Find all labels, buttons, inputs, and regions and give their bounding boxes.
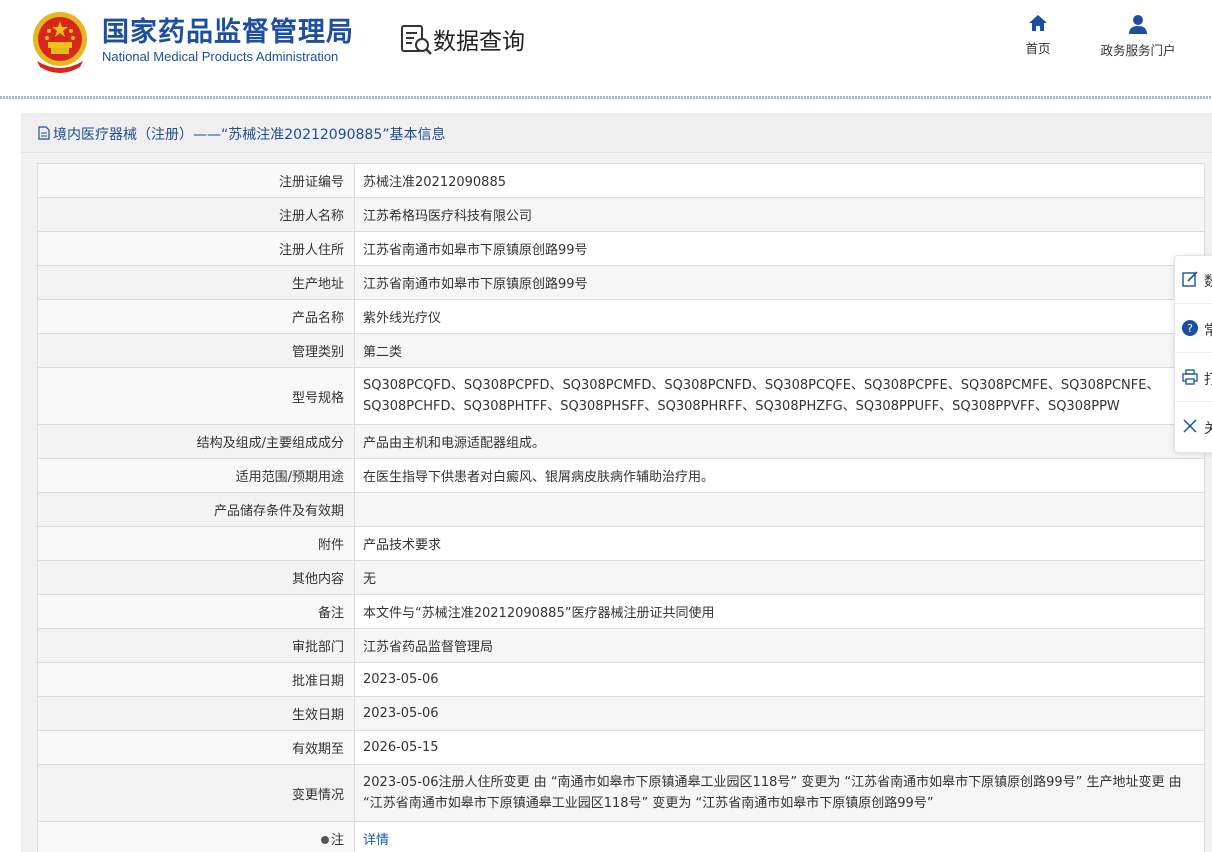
panel-header: 境内医疗器械（注册）——“苏械注准20212090885”基本信息 (21, 113, 1212, 153)
edit-icon (1182, 271, 1198, 287)
pin-icon (320, 836, 329, 844)
nav-portal-button[interactable]: 政务服务门户 (1090, 14, 1186, 66)
field-value: 产品技术要求 (354, 526, 1205, 561)
field-label-text: 注 (330, 833, 344, 848)
nav-home-button[interactable]: 首页 (1016, 14, 1060, 66)
sidebar-item-data[interactable]: 数 (1175, 256, 1212, 304)
field-label: 变更情况 (37, 764, 355, 822)
table-row: 备注 本文件与“苏械注准20212090885”医疗器械注册证共同使用 (37, 594, 1205, 629)
field-value: 2023-05-06 (354, 696, 1205, 731)
field-value: SQ308PCQFD、SQ308PCPFD、SQ308PCMFD、SQ308PC… (354, 367, 1205, 425)
table-row: 管理类别 第二类 (37, 333, 1205, 368)
table-row: 生效日期 2023-05-06 (37, 696, 1205, 731)
field-value (354, 492, 1205, 527)
close-icon (1183, 419, 1197, 433)
table-row: 变更情况 2023-05-06注册人住所变更 由 “南通市如皋市下原镇通皋工业园区… (37, 764, 1205, 822)
table-row: 生产地址 江苏省南通市如皋市下原镇原创路99号 (37, 265, 1205, 300)
field-label: 生效日期 (37, 696, 355, 731)
page-heading: 数据查询 (433, 29, 525, 55)
agency-name-en: National Medical Products Administration (102, 49, 339, 64)
field-value: 在医生指导下供患者对白癜风、银屑病皮肤病作辅助治疗用。 (354, 458, 1205, 493)
table-row: 其他内容无 (37, 560, 1205, 595)
field-label: 型号规格 (37, 367, 355, 425)
sidebar-item-data-label: 数 (1204, 274, 1212, 290)
field-label: 注册证编号 (37, 163, 355, 198)
table-row: 有效期至 2026-05-15 (37, 730, 1205, 765)
field-value: 紫外线光疗仪 (354, 299, 1205, 334)
panel-title: 境内医疗器械（注册）——“苏械注准20212090885”基本信息 (53, 127, 446, 143)
field-label: 注册人名称 (37, 197, 355, 232)
table-row: 产品名称 紫外线光疗仪 (37, 299, 1205, 334)
table-row: 产品储存条件及有效期 (37, 492, 1205, 527)
field-label: 有效期至 (37, 730, 355, 765)
field-value: 产品由主机和电源适配器组成。 (354, 424, 1205, 459)
field-value: 2026-05-15 (354, 730, 1205, 765)
table-row: 注册人名称 江苏希格玛医疗科技有限公司 (37, 197, 1205, 232)
field-value: 苏械注准20212090885 (354, 163, 1205, 198)
document-icon (38, 126, 50, 140)
floating-toolbar: 数 ? 常 打 关 (1174, 255, 1212, 453)
nav-home-label: 首页 (1025, 41, 1051, 56)
registration-info-table: 注册证编号 苏械注准20212090885 注册人名称 江苏希格玛医疗科技有限公司 注册… (37, 163, 1205, 852)
details-link[interactable]: 详情 (363, 833, 389, 848)
table-row: 批准日期 2023-05-06 (37, 662, 1205, 697)
sidebar-item-close-label: 关 (1204, 421, 1212, 437)
sidebar-item-close[interactable]: 关 (1175, 403, 1212, 451)
field-label: 产品名称 (37, 299, 355, 334)
field-value: 2023-05-06注册人住所变更 由 “南通市如皋市下原镇通皋工业园区118号… (354, 764, 1205, 822)
field-label: 产品储存条件及有效期 (37, 492, 355, 527)
table-row: 审批部门 江苏省药品监督管理局 (37, 628, 1205, 663)
field-label: 结构及组成/主要组成成分 (37, 424, 355, 459)
table-row: 适用范围/预期用途 在医生指导下供患者对白癜风、银屑病皮肤病作辅助治疗用。 (37, 458, 1205, 493)
field-label: 管理类别 (37, 333, 355, 368)
field-value: 无 (354, 560, 1205, 595)
help-icon: ? (1182, 320, 1198, 336)
field-value: 本文件与“苏械注准20212090885”医疗器械注册证共同使用 (354, 594, 1205, 629)
detail-panel: 境内医疗器械（注册）——“苏械注准20212090885”基本信息 注册证编号苏… (21, 113, 1212, 852)
svg-text:?: ? (1187, 322, 1193, 335)
field-value: 江苏希格玛医疗科技有限公司 (354, 197, 1205, 232)
field-label: 生产地址 (37, 265, 355, 300)
field-label: 注册人住所 (37, 231, 355, 266)
field-label: 附件 (37, 526, 355, 561)
sidebar-item-faq-label: 常 (1204, 323, 1212, 339)
agency-name-cn: 国家药品监督管理局 (102, 17, 354, 48)
sidebar-item-print[interactable]: 打 (1175, 354, 1212, 402)
field-label: 其他内容 (37, 560, 355, 595)
field-value: 江苏省南通市如皋市下原镇原创路99号 (354, 265, 1205, 300)
nav-portal-label: 政务服务门户 (1100, 43, 1176, 58)
table-row: 结构及组成/主要组成成分 产品由主机和电源适配器组成。 (37, 424, 1205, 459)
table-row: 注 详情 (37, 821, 1205, 852)
user-icon (1129, 15, 1147, 34)
header-divider (0, 96, 1212, 99)
home-icon (1029, 15, 1047, 31)
sidebar-item-faq[interactable]: ? 常 (1175, 305, 1212, 353)
table-row: 注册人住所 江苏省南通市如皋市下原镇原创路99号 (37, 231, 1205, 266)
table-row: 注册证编号 苏械注准20212090885 (37, 163, 1205, 198)
field-value: 2023-05-06 (354, 662, 1205, 697)
field-label: 审批部门 (37, 628, 355, 663)
field-label: 批准日期 (37, 662, 355, 697)
field-value: 江苏省药品监督管理局 (354, 628, 1205, 663)
field-label: 注 (37, 821, 355, 852)
national-emblem-icon (33, 12, 87, 73)
field-value: 江苏省南通市如皋市下原镇原创路99号 (354, 231, 1205, 266)
sidebar-item-print-label: 打 (1204, 372, 1212, 388)
site-header: 国家药品监督管理局 National Medical Products Admi… (0, 0, 1212, 96)
table-row: 附件 产品技术要求 (37, 526, 1205, 561)
table-row: 型号规格 SQ308PCQFD、SQ308PCPFD、SQ308PCMFD、SQ3… (37, 367, 1205, 425)
field-value: 详情 (354, 821, 1205, 852)
field-value: 第二类 (354, 333, 1205, 368)
field-label: 备注 (37, 594, 355, 629)
print-icon (1182, 369, 1198, 385)
field-label: 适用范围/预期用途 (37, 458, 355, 493)
data-query-icon (401, 25, 432, 55)
